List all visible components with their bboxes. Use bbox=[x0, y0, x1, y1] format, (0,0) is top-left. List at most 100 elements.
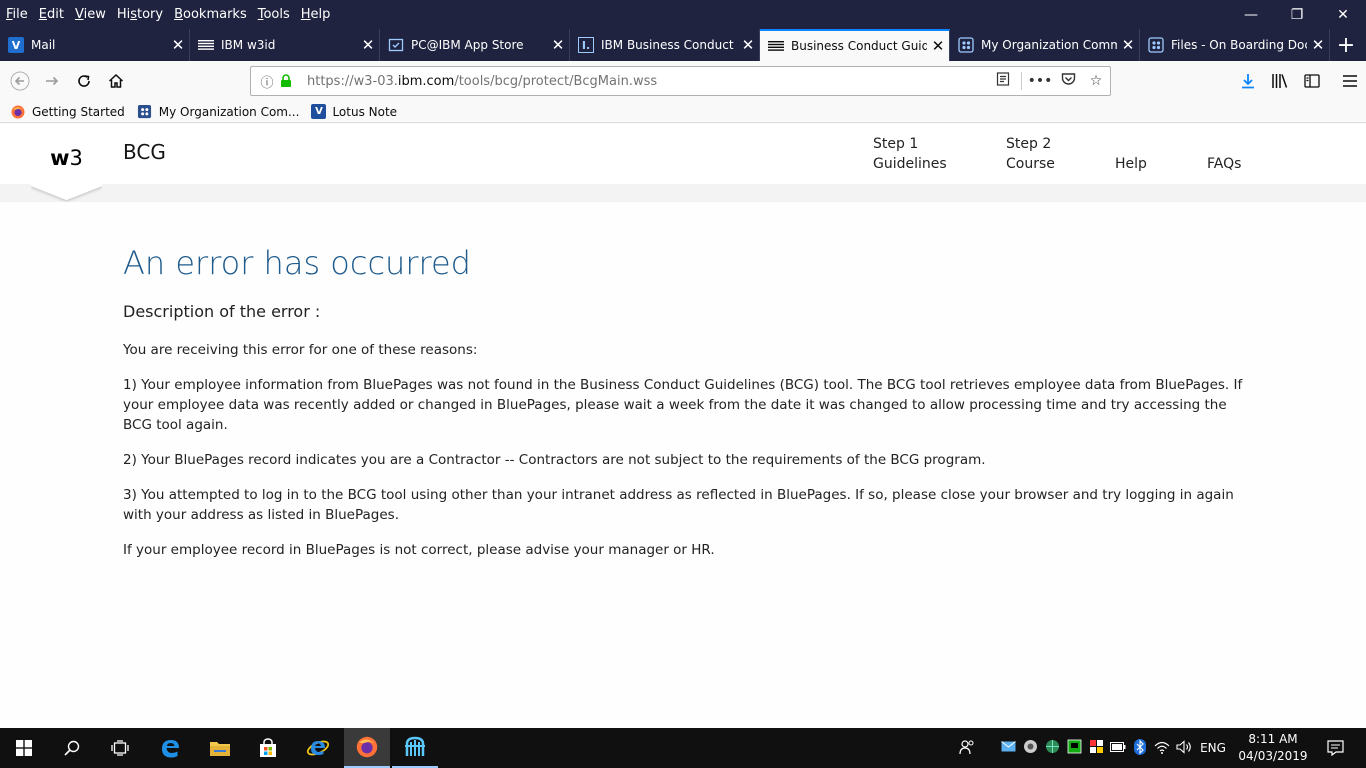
ibm-i-icon: I. bbox=[578, 37, 594, 53]
close-icon[interactable]: ✕ bbox=[547, 36, 569, 54]
menu-bar: File Edit View History Bookmarks Tools H… bbox=[0, 0, 1366, 29]
info-icon[interactable]: ⓘ bbox=[255, 72, 279, 91]
notification-icon[interactable] bbox=[1315, 740, 1355, 756]
close-window-button[interactable]: ✕ bbox=[1320, 0, 1366, 29]
star-icon[interactable]: ☆ bbox=[1082, 73, 1110, 89]
appstore-icon bbox=[388, 37, 404, 53]
menu-help[interactable]: Help bbox=[296, 7, 336, 22]
hamburger-menu-icon[interactable] bbox=[1334, 65, 1366, 97]
tab-my-organization[interactable]: My Organization Comm ✕ bbox=[950, 29, 1140, 61]
connections-icon bbox=[137, 104, 153, 120]
tab-label: PC@IBM App Store bbox=[411, 38, 524, 52]
ibm-icon bbox=[198, 37, 214, 53]
close-icon[interactable]: ✕ bbox=[927, 37, 949, 55]
edge-icon[interactable] bbox=[146, 728, 194, 768]
tab-appstore[interactable]: PC@IBM App Store ✕ bbox=[380, 29, 570, 61]
taskbar: ENG 8:11 AM 04/03/2019 bbox=[0, 728, 1366, 768]
internet-explorer-icon[interactable] bbox=[294, 728, 342, 768]
bookmark-lotus-note[interactable]: V Lotus Note bbox=[311, 104, 397, 119]
start-button[interactable] bbox=[0, 728, 48, 768]
search-icon[interactable] bbox=[48, 728, 96, 768]
pocket-icon[interactable] bbox=[1054, 72, 1082, 90]
mail-tray-icon[interactable] bbox=[997, 741, 1019, 755]
nav-step2-label: Step 2 bbox=[1006, 136, 1052, 152]
tab-ibm-bcg[interactable]: I. IBM Business Conduct G ✕ bbox=[570, 29, 760, 61]
error-description-heading: Description of the error : bbox=[123, 302, 321, 321]
language-indicator[interactable]: ENG bbox=[1195, 741, 1231, 755]
menu-history[interactable]: History bbox=[112, 7, 168, 22]
bookmark-label: Getting Started bbox=[32, 104, 125, 119]
reload-icon[interactable] bbox=[68, 65, 100, 97]
tab-label: My Organization Comm bbox=[981, 38, 1117, 52]
page-actions-icon[interactable]: ••• bbox=[1026, 73, 1054, 89]
menu-bookmarks[interactable]: Bookmarks bbox=[169, 7, 252, 22]
tab-files-onboarding[interactable]: Files - On Boarding Docu ✕ bbox=[1140, 29, 1330, 61]
firefox-taskbar-icon[interactable] bbox=[344, 728, 390, 768]
back-icon[interactable] bbox=[4, 65, 36, 97]
url-bar[interactable]: ⓘ https://w3-03.ibm.com/tools/bcg/protec… bbox=[250, 66, 1111, 96]
people-icon[interactable] bbox=[955, 739, 979, 758]
network-globe-icon[interactable] bbox=[1041, 739, 1063, 757]
nav-step1-guidelines[interactable]: Step 1 Guidelines bbox=[873, 134, 947, 174]
clock[interactable]: 8:11 AM 04/03/2019 bbox=[1231, 731, 1315, 765]
library-icon[interactable] bbox=[1264, 65, 1296, 97]
menu-file[interactable]: File bbox=[1, 7, 33, 22]
minimize-button[interactable]: — bbox=[1228, 0, 1274, 29]
tab-w3id[interactable]: IBM w3id ✕ bbox=[190, 29, 380, 61]
bookmark-label: My Organization Com... bbox=[158, 104, 300, 119]
notes-icon: V bbox=[8, 37, 24, 53]
bookmarks-bar: Getting Started My Organization Com... V… bbox=[0, 101, 1366, 123]
error-reason-1: 1) Your employee information from BluePa… bbox=[123, 377, 1243, 433]
tab-label: Business Conduct Guide bbox=[791, 39, 927, 53]
bookmark-getting-started[interactable]: Getting Started bbox=[10, 104, 125, 120]
system-tray: ENG 8:11 AM 04/03/2019 bbox=[955, 728, 1366, 768]
masthead-strip bbox=[0, 184, 1366, 202]
shield-icon[interactable] bbox=[1085, 739, 1107, 757]
wifi-icon[interactable] bbox=[1151, 740, 1173, 757]
close-icon[interactable]: ✕ bbox=[1117, 36, 1139, 54]
restore-button[interactable]: ❐ bbox=[1274, 0, 1320, 29]
tab-label: Files - On Boarding Docu bbox=[1171, 38, 1307, 52]
tab-strip: V Mail ✕ IBM w3id ✕ PC@IBM App Store ✕ I… bbox=[0, 29, 1366, 61]
clock-date: 04/03/2019 bbox=[1238, 749, 1308, 763]
download-icon[interactable] bbox=[1232, 65, 1264, 97]
menu-edit[interactable]: Edit bbox=[34, 7, 69, 22]
menu-view[interactable]: View bbox=[70, 7, 111, 22]
nav-step2-course[interactable]: Step 2 Course bbox=[1006, 134, 1055, 174]
close-icon[interactable]: ✕ bbox=[737, 36, 759, 54]
nav-faqs[interactable]: FAQs bbox=[1207, 154, 1241, 174]
home-icon[interactable] bbox=[100, 65, 132, 97]
close-icon[interactable]: ✕ bbox=[167, 36, 189, 54]
battery-icon[interactable] bbox=[1107, 741, 1129, 755]
app-taskbar-icon[interactable] bbox=[392, 728, 438, 768]
connections-icon bbox=[958, 37, 974, 53]
error-reason-3: 3) You attempted to log in to the BCG to… bbox=[123, 487, 1234, 523]
nav-help[interactable]: Help bbox=[1115, 154, 1147, 174]
url-text[interactable]: https://w3-03.ibm.com/tools/bcg/protect/… bbox=[307, 74, 989, 89]
bluetooth-icon[interactable] bbox=[1129, 738, 1151, 758]
error-content: An error has occurred Description of the… bbox=[123, 239, 1248, 560]
error-title: An error has occurred bbox=[123, 244, 471, 282]
error-intro: You are receiving this error for one of … bbox=[123, 342, 478, 358]
support-tray-icon[interactable] bbox=[1019, 739, 1041, 757]
page-content: w3 BCG Step 1 Guidelines Step 2 Course H… bbox=[0, 124, 1366, 728]
menu-tools[interactable]: Tools bbox=[253, 7, 295, 22]
store-icon[interactable] bbox=[244, 728, 292, 768]
bookmark-my-organization[interactable]: My Organization Com... bbox=[137, 104, 300, 120]
monitor-tray-icon[interactable] bbox=[1063, 739, 1085, 757]
lock-icon[interactable] bbox=[279, 74, 297, 88]
file-explorer-icon[interactable] bbox=[196, 728, 244, 768]
windows-icon bbox=[16, 740, 32, 756]
forward-icon[interactable] bbox=[36, 65, 68, 97]
task-view-icon[interactable] bbox=[96, 728, 144, 768]
nav-guidelines-label: Guidelines bbox=[873, 156, 947, 172]
close-icon[interactable]: ✕ bbox=[1307, 36, 1329, 54]
reader-view-icon[interactable] bbox=[989, 72, 1017, 90]
clock-time: 8:11 AM bbox=[1248, 732, 1298, 746]
new-tab-button[interactable]: + bbox=[1330, 29, 1362, 61]
close-icon[interactable]: ✕ bbox=[357, 36, 379, 54]
sidebar-icon[interactable] bbox=[1296, 65, 1328, 97]
tab-business-conduct[interactable]: Business Conduct Guide ✕ bbox=[760, 29, 950, 61]
tab-mail[interactable]: V Mail ✕ bbox=[0, 29, 190, 61]
volume-icon[interactable] bbox=[1173, 739, 1195, 757]
